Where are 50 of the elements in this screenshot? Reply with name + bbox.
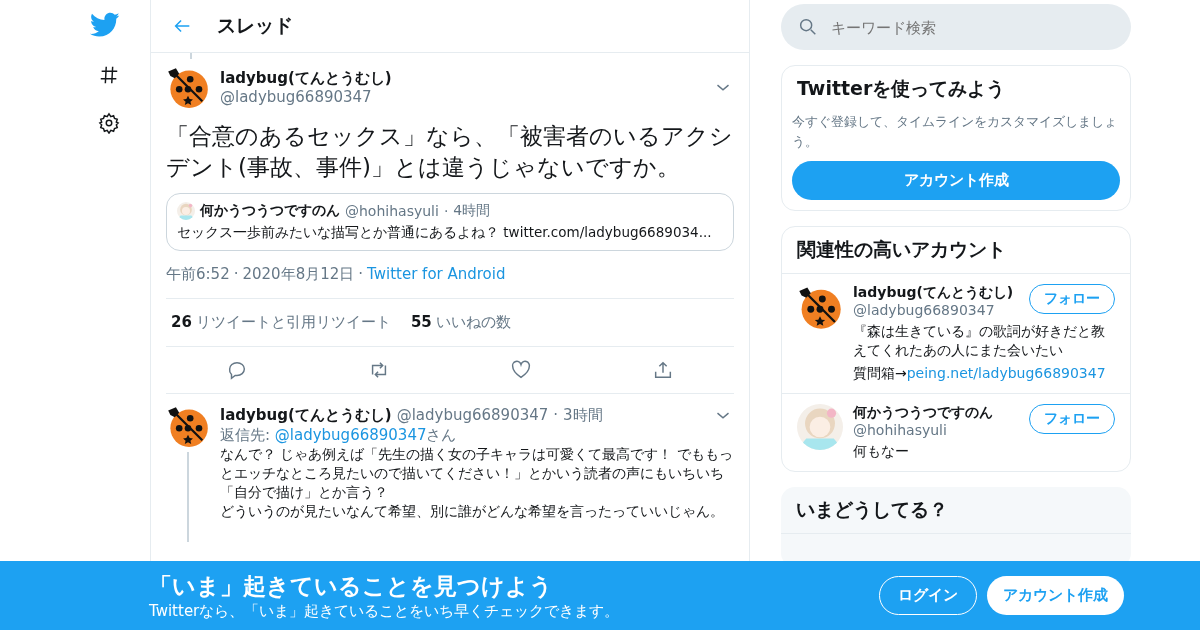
tweet-date: 2020年8月12日	[242, 265, 355, 285]
card-title: いまどうしてる？	[795, 496, 949, 522]
source-link[interactable]: Twitter for Android	[367, 265, 506, 285]
reply-text: どういうのが見たいなんて希望、別に誰がどんな希望を言ったっていいじゃん。	[220, 501, 725, 521]
card-title: Twitterを使ってみよう	[796, 76, 1007, 101]
quote-user-name: 何かうつうつですのん	[200, 202, 340, 221]
user-name: 何かうつうつですのん	[853, 403, 994, 422]
signup-button[interactable]: アカウント作成	[987, 576, 1124, 615]
follow-button[interactable]: フォロー	[1029, 403, 1115, 434]
separator-dot: ·	[358, 265, 364, 285]
user-name: ladybug(てんとうむし)	[853, 284, 1015, 302]
stat-link[interactable]: 55 いいねの数	[410, 313, 511, 333]
quoted-tweet[interactable]: 何かうつうつですのん @hohihasyuli · 4時間 セックス一歩前みたいな描写とか普通にあるよね？ twitter.com/ladybug6689034...	[166, 193, 734, 252]
separator-dot: ·	[443, 203, 449, 220]
user-bio: 何もなー	[853, 441, 910, 461]
signup-button[interactable]: アカウント作成	[792, 161, 1120, 200]
quote-time: 4時間	[453, 202, 491, 221]
quote-text: セックス一歩前みたいな描写とか普通にあるよね？ twitter.com/ladybug6689034...	[177, 224, 713, 243]
user-bio: 『森は生きている』の歌詞が好きだと教えてくれたあの人にまた会いたい	[853, 322, 1106, 360]
search-field[interactable]: キーワード検索	[781, 4, 1131, 50]
user-handle: @ladybug66890347	[853, 302, 996, 318]
follow-button[interactable]: フォロー	[1029, 284, 1115, 314]
search-icon[interactable]	[797, 16, 819, 38]
banner-title: 「いま」起きていることを見つけよう	[149, 571, 554, 601]
user-name: ladybug(てんとうむし)	[220, 68, 393, 88]
reply-text: なんで？ じゃあ例えば「先生の描く女の子キャラは可愛くて最高です！ でももっとエッチなところ見たいので描いてください！」とかいう読者の声にもいちいち「自分で描け」とか言う？	[220, 445, 734, 502]
stat-link[interactable]: 26 リツイートと引用リツイート	[171, 313, 391, 333]
banner-text: Twitterなら、「いま」起きていることをいち早くチェックできます。	[149, 601, 621, 621]
settings-icon[interactable]	[98, 112, 120, 134]
user-handle: @ladybug66890347	[220, 87, 373, 106]
card-title: 関連性の高いアカウント	[796, 237, 1007, 262]
tweet-time: 午前6:52	[166, 265, 230, 285]
ladybug-avatar	[166, 404, 210, 449]
comment-icon[interactable]	[226, 359, 248, 382]
card-text: 今すぐ登録して、タイムラインをカスタマイズしましょう。	[791, 113, 1118, 151]
page-title: スレッド	[217, 13, 293, 38]
bird-logo-icon[interactable]	[90, 12, 120, 38]
quote-user-handle: @hohihasyuli	[345, 203, 439, 220]
bio-link[interactable]: peing.net/ladybug66890347	[906, 364, 1106, 381]
reply-time: 3時間	[563, 405, 603, 425]
user-handle: @hohihasyuli	[853, 421, 948, 438]
tweet-text: 「合意のあるセックス」なら、「被害者のいるアクシデント(事故、事件)」とは違うじゃないですか。	[166, 122, 734, 183]
separator-dot: ·	[553, 406, 559, 425]
user-handle: @ladybug66890347	[396, 406, 549, 425]
hashtag-icon[interactable]	[98, 64, 120, 86]
user-name: ladybug(てんとうむし)	[220, 405, 392, 425]
separator-dot: ·	[233, 265, 239, 285]
ladybug-avatar	[166, 65, 210, 109]
reply-to-text: 返信先: @ladybug66890347さん	[220, 426, 458, 446]
user-bio: 質問箱→peing.net/ladybug66890347	[853, 363, 1107, 383]
